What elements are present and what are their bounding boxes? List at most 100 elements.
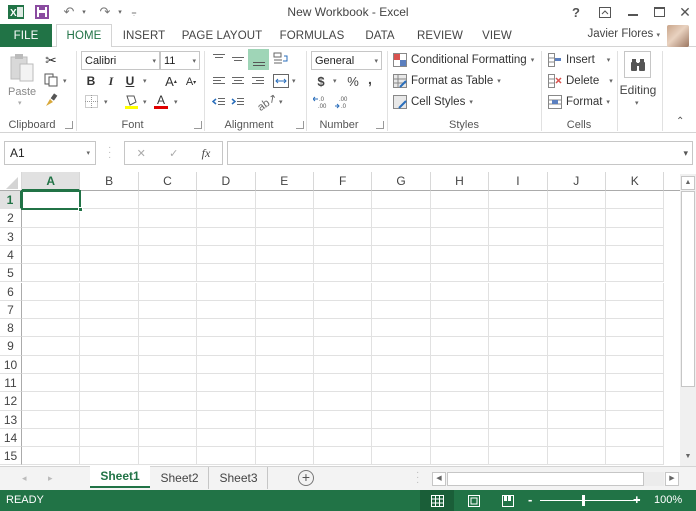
cell-f15[interactable]	[314, 447, 373, 466]
bold-button[interactable]: B	[83, 72, 99, 90]
row-header-14[interactable]: 14	[0, 428, 22, 448]
cell-e8[interactable]	[255, 319, 314, 338]
cell-d14[interactable]	[197, 428, 256, 448]
bottom-align-icon[interactable]	[248, 49, 269, 70]
fill-handle[interactable]	[78, 207, 84, 213]
cell-i9[interactable]	[489, 337, 548, 356]
cell-j1[interactable]	[547, 191, 606, 210]
cell-h7[interactable]	[430, 300, 490, 320]
cell-d1[interactable]	[197, 191, 256, 210]
cell-a3[interactable]	[22, 227, 81, 246]
cancel-entry-button[interactable]: ✕	[137, 147, 146, 160]
decrease-indent-icon[interactable]	[210, 93, 228, 111]
cell-f10[interactable]	[314, 355, 373, 374]
editing-dropdown-icon[interactable]: ▾	[635, 99, 639, 107]
cell-b9[interactable]	[80, 337, 139, 356]
cell-d6[interactable]	[197, 282, 256, 301]
cell-k9[interactable]	[606, 337, 665, 356]
cell-d12[interactable]	[197, 392, 256, 411]
cell-j15[interactable]	[547, 447, 606, 466]
horizontal-scroll-track[interactable]	[644, 472, 664, 486]
comma-style-button[interactable]: ,	[364, 70, 376, 88]
cell-h11[interactable]	[430, 374, 490, 393]
scroll-left-button[interactable]: ◀	[432, 472, 446, 486]
cell-e9[interactable]	[255, 337, 314, 356]
horizontal-scrollbar[interactable]: ◀ ▶	[432, 472, 680, 486]
cell-b8[interactable]	[80, 319, 139, 338]
row-header-8[interactable]: 8	[0, 319, 22, 338]
sheet-tab-sheet3[interactable]: Sheet3	[210, 467, 268, 489]
cell-a11[interactable]	[22, 374, 81, 393]
maximize-button[interactable]	[646, 2, 672, 22]
tab-home[interactable]: HOME	[56, 24, 112, 48]
page-layout-view-button[interactable]	[462, 490, 486, 511]
cell-j14[interactable]	[547, 428, 606, 448]
borders-icon[interactable]	[83, 93, 99, 109]
cell-c2[interactable]	[138, 209, 198, 228]
cell-h10[interactable]	[430, 355, 490, 374]
cell-i2[interactable]	[489, 209, 548, 228]
cell-h14[interactable]	[430, 428, 490, 448]
cell-a12[interactable]	[22, 392, 81, 411]
cell-h8[interactable]	[430, 319, 490, 338]
borders-dropdown-icon[interactable]: ▾	[104, 98, 108, 106]
cell-k3[interactable]	[606, 227, 665, 246]
cell-h13[interactable]	[430, 410, 490, 429]
cell-g2[interactable]	[372, 209, 431, 228]
format-painter-icon[interactable]	[42, 92, 60, 108]
cell-g10[interactable]	[372, 355, 431, 374]
row-header-10[interactable]: 10	[0, 355, 22, 374]
cell-g6[interactable]	[372, 282, 431, 301]
cell-e10[interactable]	[255, 355, 314, 374]
cell-c15[interactable]	[138, 447, 198, 466]
tab-page-layout[interactable]: PAGE LAYOUT	[178, 24, 266, 47]
name-box[interactable]: A1 ▾	[4, 141, 96, 165]
cell-j9[interactable]	[547, 337, 606, 356]
cell-j2[interactable]	[547, 209, 606, 228]
cell-c7[interactable]	[138, 300, 198, 320]
font-color-dropdown-icon[interactable]: ▾	[174, 98, 178, 106]
cell-f12[interactable]	[314, 392, 373, 411]
column-header-d[interactable]: D	[197, 172, 256, 191]
cell-j6[interactable]	[547, 282, 606, 301]
cell-b4[interactable]	[80, 245, 139, 265]
zoom-slider-thumb[interactable]	[582, 495, 585, 506]
cell-k15[interactable]	[606, 447, 665, 466]
paste-label[interactable]: Paste	[8, 86, 36, 98]
cell-d5[interactable]	[197, 264, 256, 283]
cell-d13[interactable]	[197, 410, 256, 429]
align-left-icon[interactable]	[210, 72, 228, 90]
cell-f13[interactable]	[314, 410, 373, 429]
cell-e5[interactable]	[255, 264, 314, 283]
cell-k2[interactable]	[606, 209, 665, 228]
paste-dropdown-icon[interactable]: ▾	[18, 99, 22, 107]
select-all-corner[interactable]	[0, 172, 22, 191]
cell-e14[interactable]	[255, 428, 314, 448]
cell-b14[interactable]	[80, 428, 139, 448]
cell-c14[interactable]	[138, 428, 198, 448]
cell-e1[interactable]	[255, 191, 314, 210]
cell-e15[interactable]	[255, 447, 314, 466]
row-header-7[interactable]: 7	[0, 300, 22, 320]
cell-i12[interactable]	[489, 392, 548, 411]
format-as-table-button[interactable]: Format as Table ▾	[393, 71, 501, 91]
cell-h4[interactable]	[430, 245, 490, 265]
cell-k1[interactable]	[606, 191, 665, 210]
find-binoculars-icon[interactable]	[624, 51, 651, 78]
cell-f11[interactable]	[314, 374, 373, 393]
tab-file[interactable]: FILE	[0, 24, 52, 47]
cell-d2[interactable]	[197, 209, 256, 228]
cell-f14[interactable]	[314, 428, 373, 448]
cell-j12[interactable]	[547, 392, 606, 411]
cell-a7[interactable]	[22, 300, 81, 320]
row-header-13[interactable]: 13	[0, 410, 22, 429]
underline-button[interactable]: U	[122, 72, 138, 90]
cell-d7[interactable]	[197, 300, 256, 320]
cell-j5[interactable]	[547, 264, 606, 283]
cell-c11[interactable]	[138, 374, 198, 393]
formula-input[interactable]: ▾	[227, 141, 693, 165]
currency-dropdown-icon[interactable]: ▾	[333, 77, 337, 85]
row-header-11[interactable]: 11	[0, 374, 22, 393]
cell-k8[interactable]	[606, 319, 665, 338]
column-header-k[interactable]: K	[606, 172, 665, 191]
